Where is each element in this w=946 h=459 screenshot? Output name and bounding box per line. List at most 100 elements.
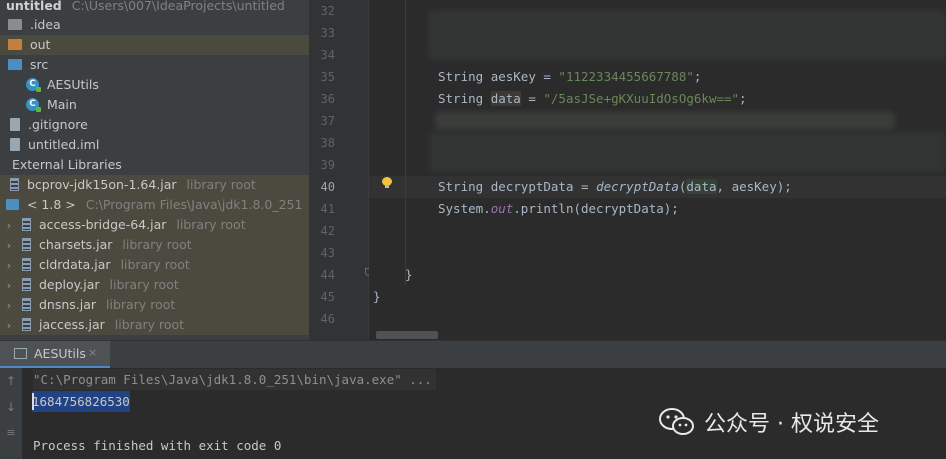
jar-icon bbox=[21, 278, 31, 291]
tree-item-jdk[interactable]: < 1.8 > C:\Program Files\Java\jdk1.8.0_2… bbox=[0, 195, 309, 215]
line-number: 42 bbox=[320, 224, 335, 238]
code-editor[interactable]: String aesKey = "1122334455667788"; Stri… bbox=[369, 0, 946, 340]
jar-icon bbox=[21, 218, 31, 231]
line-number: 46 bbox=[320, 312, 335, 326]
tree-item-label: jaccess.jar bbox=[38, 317, 105, 332]
java-class-icon: C bbox=[26, 78, 41, 92]
tree-item-label: Main bbox=[46, 97, 77, 112]
line-number: 38 bbox=[320, 136, 335, 150]
line-number: 43 bbox=[320, 246, 335, 260]
tree-item-label: .idea bbox=[29, 17, 61, 32]
code-token-variable: aesKey bbox=[490, 69, 536, 84]
text-caret bbox=[32, 393, 34, 410]
tree-item-jar[interactable]: › deploy.jar library root bbox=[0, 275, 309, 295]
code-token-punct: ; bbox=[693, 69, 702, 84]
redacted-code-line bbox=[435, 112, 895, 130]
jdk-path: C:\Program Files\Java\jdk1.8.0_251 bbox=[85, 197, 303, 212]
tree-item-jar[interactable]: › access-bridge-64.jar library root bbox=[0, 215, 309, 235]
line-number: 44 bbox=[320, 268, 335, 282]
chevron-right-icon[interactable]: › bbox=[4, 216, 14, 236]
line-number: 32 bbox=[320, 4, 335, 18]
jar-icon bbox=[21, 258, 31, 271]
line-number: 37 bbox=[320, 114, 335, 128]
close-icon[interactable]: × bbox=[88, 346, 97, 359]
indent-guide bbox=[405, 0, 406, 286]
tree-item-gitignore[interactable]: .gitignore bbox=[0, 115, 309, 135]
tree-item-out[interactable]: out bbox=[0, 35, 309, 55]
project-tree: untitled C:\Users\007\IdeaProjects\untit… bbox=[0, 0, 309, 340]
tree-item-label: charsets.jar bbox=[38, 237, 113, 252]
code-line-44: } bbox=[405, 267, 413, 282]
code-token-type: String bbox=[438, 91, 484, 106]
folder-icon bbox=[8, 19, 22, 30]
code-token-punct: ; bbox=[739, 91, 747, 106]
tree-item-label: out bbox=[29, 37, 51, 52]
console-output-value: 1684756826530 bbox=[32, 391, 130, 412]
code-token-argument: aesKey bbox=[731, 179, 777, 194]
tree-item-label: .gitignore bbox=[27, 117, 88, 132]
tree-item-aesutils[interactable]: C AESUtils bbox=[0, 75, 309, 95]
tree-item-idea[interactable]: .idea bbox=[0, 15, 309, 35]
chevron-right-icon[interactable]: › bbox=[4, 276, 14, 296]
chevron-right-icon[interactable]: › bbox=[4, 236, 14, 256]
code-token-variable: data bbox=[490, 91, 521, 106]
jar-icon bbox=[10, 178, 19, 191]
folder-icon bbox=[8, 59, 22, 70]
jar-icon bbox=[21, 318, 31, 331]
code-token-method-call: decryptData bbox=[596, 179, 679, 194]
tree-item-main[interactable]: C Main bbox=[0, 95, 309, 115]
arrow-up-icon[interactable]: ↑ bbox=[4, 374, 18, 388]
tree-item-jar[interactable]: › jaccess.jar library root bbox=[0, 315, 309, 335]
java-class-icon: C bbox=[26, 98, 41, 112]
line-number: 45 bbox=[320, 290, 335, 304]
code-line-45: } bbox=[373, 289, 381, 304]
tree-item-label: AESUtils bbox=[46, 77, 99, 92]
tree-item-bcprov[interactable]: bcprov-jdk15on-1.64.jar library root bbox=[0, 175, 309, 195]
code-token-call: .println(decryptData); bbox=[513, 201, 679, 216]
code-token-operator: = bbox=[520, 91, 544, 106]
lightbulb-icon[interactable] bbox=[382, 177, 392, 189]
tree-item-label: access-bridge-64.jar bbox=[38, 217, 167, 232]
chevron-right-icon[interactable]: › bbox=[4, 256, 14, 276]
run-tab-aesutils[interactable]: AESUtils × bbox=[0, 341, 110, 368]
jar-icon bbox=[21, 238, 31, 251]
run-toolbar: ↑ ↓ ≡ bbox=[0, 368, 22, 459]
run-tab-label: AESUtils bbox=[34, 346, 86, 361]
tree-item-jar[interactable]: › cldrdata.jar library root bbox=[0, 255, 309, 275]
code-token-type: String bbox=[438, 179, 484, 194]
tree-item-label: untitled.iml bbox=[27, 137, 100, 152]
code-token-punct: ); bbox=[776, 179, 792, 194]
tree-item-jar[interactable]: › dnsns.jar library root bbox=[0, 295, 309, 315]
project-root[interactable]: untitled C:\Users\007\IdeaProjects\untit… bbox=[6, 0, 309, 16]
line-number: 35 bbox=[320, 70, 335, 84]
console-command-line: "C:\Program Files\Java\jdk1.8.0_251\bin\… bbox=[33, 369, 436, 390]
library-root-tag: library root bbox=[120, 257, 190, 272]
project-root-path: C:\Users\007\IdeaProjects\untitled bbox=[71, 0, 285, 13]
line-number-current: 40 bbox=[320, 180, 335, 194]
chevron-right-icon[interactable]: › bbox=[4, 296, 14, 316]
chevron-right-icon[interactable]: › bbox=[4, 316, 14, 336]
code-token-variable: decryptData bbox=[490, 179, 574, 194]
tree-item-label: External Libraries bbox=[11, 157, 122, 172]
tree-item-label: cldrdata.jar bbox=[38, 257, 111, 272]
tree-item-jar[interactable]: › charsets.jar library root bbox=[0, 235, 309, 255]
library-root-tag: library root bbox=[186, 177, 256, 192]
file-icon bbox=[10, 118, 20, 131]
horizontal-scrollbar[interactable] bbox=[376, 331, 438, 339]
jdk-folder-icon bbox=[6, 199, 19, 210]
line-number: 34 bbox=[320, 48, 335, 62]
code-token-string: "/5asJSe+gKXuuIdOsOg6kw==" bbox=[543, 91, 740, 106]
code-line-35: String aesKey = "1122334455667788"; bbox=[438, 66, 701, 88]
code-line-41: System.out.println(decryptData); bbox=[438, 198, 679, 220]
soft-wrap-icon[interactable]: ≡ bbox=[4, 426, 18, 439]
library-root-tag: library root bbox=[122, 237, 192, 252]
console-exit-message: Process finished with exit code 0 bbox=[33, 438, 282, 453]
tree-item-external-libraries[interactable]: External Libraries bbox=[0, 155, 309, 175]
redacted-code-block bbox=[429, 132, 946, 172]
tree-item-iml[interactable]: untitled.iml bbox=[0, 135, 309, 155]
code-token-punct: , bbox=[716, 179, 732, 194]
tree-item-src[interactable]: src bbox=[0, 55, 309, 75]
tree-item-label: deploy.jar bbox=[38, 277, 100, 292]
code-token-class: System. bbox=[438, 201, 491, 216]
arrow-down-icon[interactable]: ↓ bbox=[4, 400, 18, 414]
